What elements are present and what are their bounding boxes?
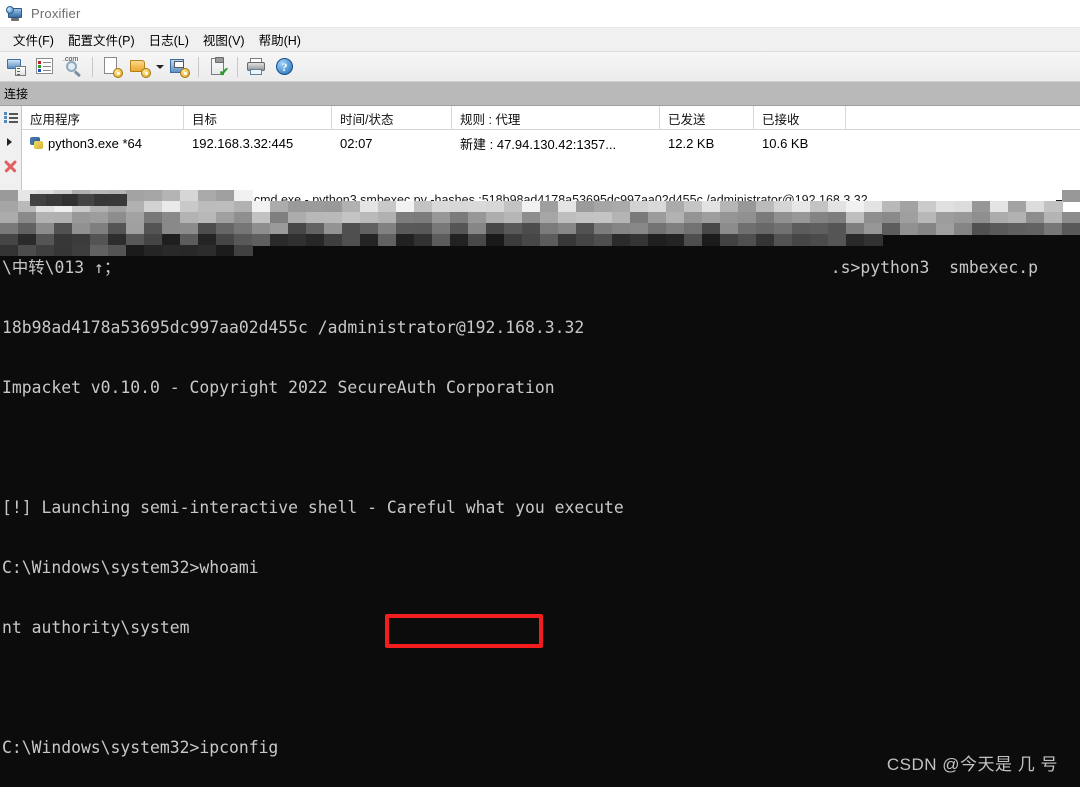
menubar: 文件(F) 配置文件(P) 日志(L) 视图(V) 帮助(H) <box>0 28 1080 52</box>
print-icon[interactable] <box>244 54 270 80</box>
menu-profile[interactable]: 配置文件(P) <box>61 28 142 51</box>
terminal-output: \中转\013 ↑； .s>python3 smbexec.p 18b98ad4… <box>2 218 1080 787</box>
menu-file[interactable]: 文件(F) <box>6 28 61 51</box>
verify-icon[interactable]: ✔ <box>205 54 231 80</box>
log-icon[interactable] <box>32 54 58 80</box>
save-profile-icon[interactable] <box>166 54 192 80</box>
column-target[interactable]: 目标 <box>184 106 332 129</box>
list-gutter <box>0 106 22 190</box>
console-body[interactable]: \中转\013 ↑； .s>python3 smbexec.p 18b98ad4… <box>0 216 1080 787</box>
table-header-row: 应用程序 目标 时间/状态 规则 : 代理 已发送 已接收 <box>22 106 1080 130</box>
console-title: …32\cmd.exe - python3 smbexec.py -hashes… <box>224 193 868 207</box>
cell-target: 192.168.3.32:445 <box>192 135 294 151</box>
expand-arrow-icon[interactable] <box>7 138 12 146</box>
help-icon[interactable]: ? <box>272 54 298 80</box>
cell-sent: 12.2 KB <box>668 135 715 151</box>
screen-root: Proxifier 文件(F) 配置文件(P) 日志(L) 视图(V) 帮助(H… <box>0 0 1080 787</box>
toolbar: .com ✔ ? <box>0 52 1080 82</box>
cell-received: 10.6 KB <box>762 135 809 151</box>
proxifier-titlebar: Proxifier <box>0 0 1080 28</box>
toolbar-separator-2 <box>198 56 199 77</box>
terminal-line: \中转\013 ↑； .s>python3 smbexec.p <box>2 258 1038 277</box>
connections-list: 应用程序 目标 时间/状态 规则 : 代理 已发送 已接收 python3.ex… <box>0 106 1080 190</box>
column-time-status[interactable]: 时间/状态 <box>332 106 452 129</box>
window-title: Proxifier <box>31 6 81 21</box>
section-label: 连接 <box>0 82 1080 106</box>
table-row[interactable]: python3.exe *64 192.168.3.32:445 02:07 新… <box>22 130 1080 156</box>
open-profile-icon[interactable] <box>127 54 153 80</box>
dns-lookup-icon[interactable]: .com <box>60 54 86 80</box>
cell-application-text: python3.exe *64 <box>48 135 142 151</box>
connections-table: 应用程序 目标 时间/状态 规则 : 代理 已发送 已接收 python3.ex… <box>22 106 1080 190</box>
terminal-line: [!] Launching semi-interactive shell - C… <box>2 498 624 517</box>
cell-time-status: 02:07 <box>340 135 373 151</box>
watermark: CSDN @今天是 几 号 <box>886 755 1058 774</box>
console-window: …32\cmd.exe - python3 smbexec.py -hashes… <box>0 190 1080 787</box>
minimize-icon[interactable] <box>1056 200 1070 202</box>
python-app-icon <box>30 136 44 150</box>
close-red-x-icon[interactable] <box>2 158 18 174</box>
column-application[interactable]: 应用程序 <box>22 106 184 129</box>
proxifier-window: Proxifier 文件(F) 配置文件(P) 日志(L) 视图(V) 帮助(H… <box>0 0 1080 196</box>
proxifier-app-icon <box>6 5 24 23</box>
menu-log[interactable]: 日志(L) <box>142 28 196 51</box>
terminal-line: Impacket v0.10.0 - Copyright 2022 Secure… <box>2 378 555 397</box>
cell-application: python3.exe *64 <box>22 136 184 151</box>
list-view-icon[interactable] <box>4 112 18 124</box>
terminal-line: C:\Windows\system32>whoami <box>2 558 259 577</box>
terminal-line: 18b98ad4178a53695dc997aa02d455c /adminis… <box>2 318 585 337</box>
menu-view[interactable]: 视图(V) <box>196 28 252 51</box>
connections-icon[interactable] <box>4 54 30 80</box>
cell-rule-proxy: 新建 : 47.94.130.42:1357... <box>460 136 617 152</box>
toolbar-separator-1 <box>92 56 93 77</box>
terminal-line: nt authority\system <box>2 618 190 637</box>
new-profile-icon[interactable] <box>99 54 125 80</box>
column-sent[interactable]: 已发送 <box>660 106 754 129</box>
menu-help[interactable]: 帮助(H) <box>252 28 308 51</box>
open-profile-dropdown-icon[interactable] <box>155 57 164 77</box>
column-received[interactable]: 已接收 <box>754 106 846 129</box>
column-rule-proxy[interactable]: 规则 : 代理 <box>452 106 660 129</box>
column-spacer[interactable] <box>846 106 1080 129</box>
console-titlebar: …32\cmd.exe - python3 smbexec.py -hashes… <box>0 190 1080 216</box>
toolbar-separator-3 <box>237 56 238 77</box>
